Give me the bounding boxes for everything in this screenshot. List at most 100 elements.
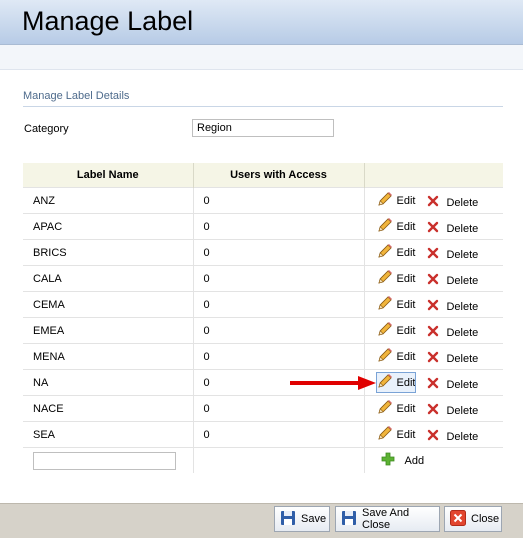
delete-button[interactable]: Delete [427,273,478,288]
edit-button[interactable]: Edit [377,399,416,418]
save-and-close-label: Save And Close [362,507,410,531]
delete-button[interactable]: Delete [427,429,478,444]
column-header-label-name: Label Name [23,163,194,188]
users-cell: 0 [193,187,365,214]
edit-button[interactable]: Edit [377,243,416,262]
delete-button[interactable]: Delete [427,351,478,366]
pencil-icon [377,399,393,418]
actions-cell: Edit Delete [364,187,503,214]
edit-button[interactable]: Edit [377,191,416,210]
delete-x-icon [427,377,439,392]
delete-button[interactable]: Delete [427,247,478,262]
page-title: Manage Label [22,6,194,36]
save-and-close-button[interactable]: Save And Close [335,506,440,532]
edit-label: Edit [396,220,416,233]
edit-button[interactable]: Edit [377,217,416,236]
pencil-icon [377,425,393,444]
table-row: MENA 0 Edit Delete [23,343,503,370]
close-button[interactable]: Close [444,506,502,532]
actions-cell: Edit Delete [364,395,503,422]
delete-x-icon [427,221,439,236]
actions-cell: Edit Delete [364,239,503,266]
table-row: EMEA 0 Edit Delete [23,317,503,344]
table-row: BRICS 0 Edit Delete [23,239,503,266]
edit-button[interactable]: Edit [377,347,416,366]
delete-label: Delete [446,222,479,235]
pencil-icon [377,347,393,366]
delete-button[interactable]: Delete [427,195,478,210]
users-cell: 0 [193,421,365,448]
add-plus-icon [381,452,395,469]
edit-label: Edit [396,376,416,389]
delete-button[interactable]: Delete [427,403,478,418]
pencil-icon [377,269,393,288]
label-name-cell: CALA [23,265,194,292]
label-name-cell: BRICS [23,239,194,266]
table-row: ANZ 0 Edit Delete [23,187,503,214]
edit-button[interactable]: Edit [377,425,415,444]
edit-label: Edit [396,246,416,259]
add-cell: Add [364,447,503,473]
actions-cell: Edit Delete [364,213,503,240]
edit-label: Edit [396,350,416,363]
actions-cell: Edit Delete [364,265,503,292]
edit-label: Edit [396,402,416,415]
actions-cell: Edit Delete [364,369,503,396]
save-disk-icon [341,510,357,529]
delete-x-icon [427,195,439,210]
table-row: SEA 0 Edit Delete [23,421,503,448]
edit-label: Edit [396,324,416,337]
pencil-icon [377,191,393,210]
column-header-users: Users with Access [193,163,365,188]
labels-table: Label Name Users with Access ANZ 0 Edit Del… [23,163,503,473]
table-row: NACE 0 Edit Delete [23,395,503,422]
label-name-cell: APAC [23,213,194,240]
label-name-cell: EMEA [23,317,194,344]
edit-button[interactable]: Edit [377,269,416,288]
delete-button[interactable]: Delete [427,377,478,392]
label-name-cell: NA [23,369,194,396]
new-users-cell [193,447,365,473]
label-name-cell: CEMA [23,291,194,318]
edit-button[interactable]: Edit [377,295,416,314]
pencil-icon [377,243,393,262]
users-cell: 0 [193,265,365,292]
users-cell: 0 [193,395,365,422]
table-row: CALA 0 Edit Delete [23,265,503,292]
edit-label: Edit [396,298,416,311]
table-row: APAC 0 Edit Delete [23,213,503,240]
delete-button[interactable]: Delete [427,325,478,340]
actions-cell: Edit Delete [364,421,503,448]
column-header-actions [364,163,503,188]
new-label-input[interactable] [33,451,176,470]
add-label-row: Add [23,447,503,473]
table-header-row: Label Name Users with Access [23,163,503,188]
save-label: Save [301,513,327,525]
save-disk-icon [280,510,296,529]
edit-button[interactable]: Edit [375,372,417,393]
header-subband [0,45,523,70]
pencil-icon [377,295,393,314]
delete-label: Delete [446,352,479,365]
delete-label: Delete [446,248,479,261]
edit-button[interactable]: Edit [377,321,416,340]
category-field[interactable] [192,119,334,137]
delete-button[interactable]: Delete [427,299,478,314]
close-x-icon [450,509,466,529]
add-label: Add [404,454,425,467]
save-button[interactable]: Save [274,506,330,532]
edit-label: Edit [396,194,416,207]
delete-label: Delete [446,300,479,313]
users-cell: 0 [193,317,365,344]
delete-label: Delete [446,274,479,287]
actions-cell: Edit Delete [364,291,503,318]
close-label: Close [471,513,500,525]
delete-button[interactable]: Delete [427,221,478,236]
section-title: Manage Label Details [23,90,503,107]
delete-label: Delete [446,378,479,391]
delete-label: Delete [446,326,479,339]
pencil-icon [377,217,393,236]
add-button[interactable]: Add [381,452,425,469]
delete-x-icon [427,247,439,262]
edit-label: Edit [396,272,416,285]
